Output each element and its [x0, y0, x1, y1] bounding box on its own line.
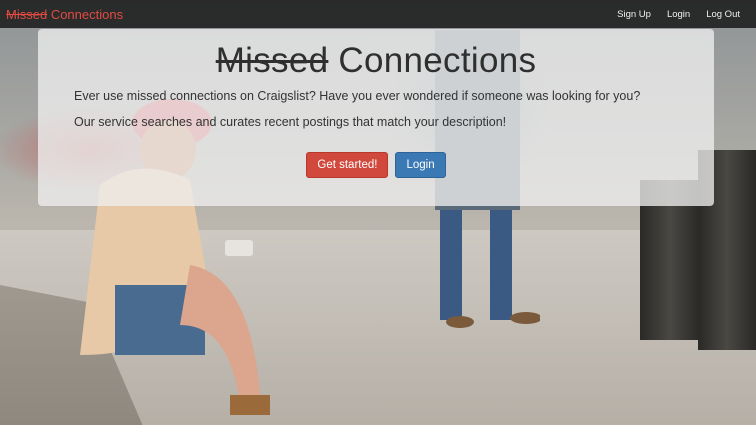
get-started-button[interactable]: Get started!	[306, 152, 389, 178]
hero-title-struck: Missed	[215, 41, 329, 80]
nav-links: Sign Up Login Log Out	[609, 9, 748, 20]
hero-actions: Get started! Login	[38, 152, 714, 178]
nav-signup-link[interactable]: Sign Up	[609, 9, 659, 20]
hero-title-rest: Connections	[338, 41, 537, 80]
nav-logout-link[interactable]: Log Out	[698, 9, 748, 20]
top-navbar: Missed Connections Sign Up Login Log Out	[0, 0, 756, 28]
hero-intro-text: Ever use missed connections on Craigslis…	[74, 89, 641, 103]
brand-logo-link[interactable]: Missed Connections	[6, 7, 123, 22]
login-button[interactable]: Login	[395, 152, 446, 178]
brand-word: Connections	[50, 6, 124, 22]
hero-description-text: Our service searches and curates recent …	[74, 115, 507, 129]
hero-title: Missed Connections	[38, 41, 714, 81]
nav-login-link[interactable]: Login	[659, 9, 698, 20]
hero-jumbotron: Missed Connections Ever use missed conne…	[38, 29, 714, 206]
brand-struck-word: Missed	[6, 6, 48, 22]
